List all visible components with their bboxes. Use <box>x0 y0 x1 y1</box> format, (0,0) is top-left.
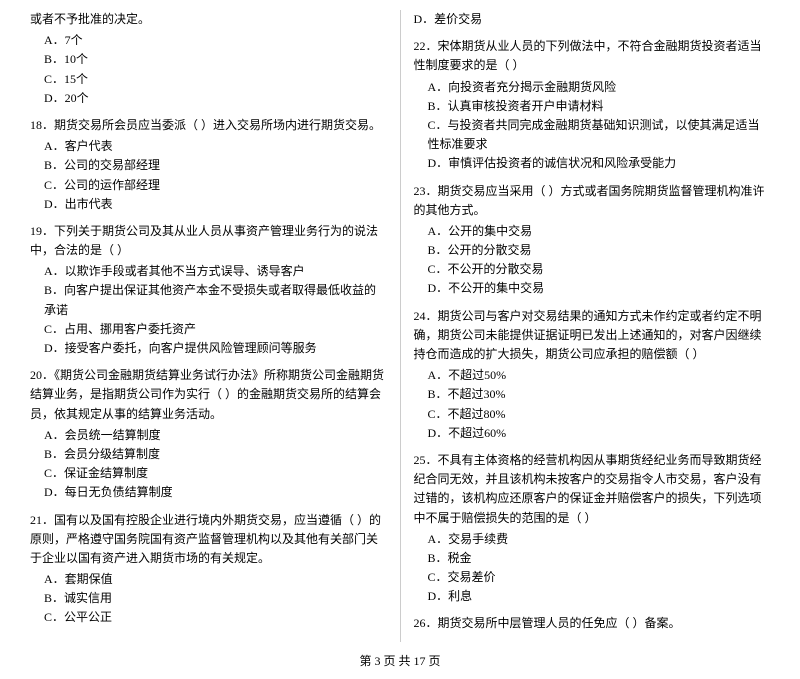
q23-option-c: C．不公开的分散交易 <box>414 260 771 279</box>
q24-option-a: A．不超过50% <box>414 366 771 385</box>
q25-option-a: A．交易手续费 <box>414 530 771 549</box>
q20-option-d: D．每日无负债结算制度 <box>30 483 387 502</box>
question-intro-text: 或者不予批准的决定。 <box>30 10 387 29</box>
q19-option-c: C．占用、挪用客户委托资产 <box>30 320 387 339</box>
q19-option-a: A．以欺诈手段或者其他不当方式误导、诱导客户 <box>30 262 387 281</box>
q20-option-a: A．会员统一结算制度 <box>30 426 387 445</box>
question-26-text: 26．期货交易所中层管理人员的任免应（ ）备案。 <box>414 614 771 633</box>
page-content: 或者不予批准的决定。 A．7个 B．10个 C．15个 D．20个 18．期货交… <box>30 10 770 642</box>
question-block-right-intro: D．差价交易 <box>414 10 771 29</box>
q25-option-c: C．交易差价 <box>414 568 771 587</box>
q21-option-a: A．套期保值 <box>30 570 387 589</box>
page-footer: 第 3 页 共 17 页 <box>30 652 770 669</box>
q24-option-d: D．不超过60% <box>414 424 771 443</box>
question-24-text: 24．期货公司与客户对交易结果的通知方式未作约定或者约定不明确，期货公司未能提供… <box>414 307 771 365</box>
question-22-text: 22．宋体期货从业人员的下列做法中，不符合金融期货投资者适当性制度要求的是（ ） <box>414 37 771 75</box>
question-block-intro: 或者不予批准的决定。 A．7个 B．10个 C．15个 D．20个 <box>30 10 387 108</box>
q18-option-d: D．出市代表 <box>30 195 387 214</box>
q20-option-b: B．会员分级结算制度 <box>30 445 387 464</box>
question-25-text: 25．不具有主体资格的经营机构因从事期货经纪业务而导致期货经纪合同无效，并且该机… <box>414 451 771 528</box>
q23-option-a: A．公开的集中交易 <box>414 222 771 241</box>
q18-option-b: B．公司的交易部经理 <box>30 156 387 175</box>
q23-option-d: D．不公开的集中交易 <box>414 279 771 298</box>
q18-option-a: A．客户代表 <box>30 137 387 156</box>
option-d: D．20个 <box>30 89 387 108</box>
left-column: 或者不予批准的决定。 A．7个 B．10个 C．15个 D．20个 18．期货交… <box>30 10 395 642</box>
q19-option-d: D．接受客户委托，向客户提供风险管理顾问等服务 <box>30 339 387 358</box>
option-c: C．15个 <box>30 70 387 89</box>
question-block-18: 18．期货交易所会员应当委派（ ）进入交易所场内进行期货交易。 A．客户代表 B… <box>30 116 387 214</box>
question-block-24: 24．期货公司与客户对交易结果的通知方式未作约定或者约定不明确，期货公司未能提供… <box>414 307 771 443</box>
question-block-26: 26．期货交易所中层管理人员的任免应（ ）备案。 <box>414 614 771 633</box>
q24-option-c: C．不超过80% <box>414 405 771 424</box>
q20-option-c: C．保证金结算制度 <box>30 464 387 483</box>
question-21-text: 21．国有以及国有控股企业进行境内外期货交易，应当遵循（ ）的原则，严格遵守国务… <box>30 511 387 569</box>
question-block-19: 19．下列关于期货公司及其从业人员从事资产管理业务行为的说法中，合法的是（ ） … <box>30 222 387 358</box>
question-20-text: 20．《期货公司金融期货结算业务试行办法》所称期货公司金融期货结算业务，是指期货… <box>30 366 387 424</box>
q22-option-b: B．认真审核投资者开户申请材料 <box>414 97 771 116</box>
question-block-25: 25．不具有主体资格的经营机构因从事期货经纪业务而导致期货经纪合同无效，并且该机… <box>414 451 771 607</box>
question-block-23: 23．期货交易应当采用（ ）方式或者国务院期货监督管理机构准许的其他方式。 A．… <box>414 182 771 299</box>
q22-option-c: C．与投资者共同完成金融期货基础知识测试，以使其满足适当性标准要求 <box>414 116 771 154</box>
question-block-20: 20．《期货公司金融期货结算业务试行办法》所称期货公司金融期货结算业务，是指期货… <box>30 366 387 502</box>
right-column: D．差价交易 22．宋体期货从业人员的下列做法中，不符合金融期货投资者适当性制度… <box>406 10 771 642</box>
column-divider <box>400 10 401 642</box>
question-19-text: 19．下列关于期货公司及其从业人员从事资产管理业务行为的说法中，合法的是（ ） <box>30 222 387 260</box>
q22-option-d: D．审慎评估投资者的诚信状况和风险承受能力 <box>414 154 771 173</box>
q21-option-c: C．公平公正 <box>30 608 387 627</box>
q24-option-b: B．不超过30% <box>414 385 771 404</box>
question-block-22: 22．宋体期货从业人员的下列做法中，不符合金融期货投资者适当性制度要求的是（ ）… <box>414 37 771 173</box>
question-block-21: 21．国有以及国有控股企业进行境内外期货交易，应当遵循（ ）的原则，严格遵守国务… <box>30 511 387 628</box>
q25-option-b: B．税金 <box>414 549 771 568</box>
page-number: 第 3 页 共 17 页 <box>359 654 440 668</box>
q23-option-b: B．公开的分散交易 <box>414 241 771 260</box>
question-18-text: 18．期货交易所会员应当委派（ ）进入交易所场内进行期货交易。 <box>30 116 387 135</box>
q21-option-b: B．诚实信用 <box>30 589 387 608</box>
option-b: B．10个 <box>30 50 387 69</box>
option-a: A．7个 <box>30 31 387 50</box>
q25-option-d: D．利息 <box>414 587 771 606</box>
q18-option-c: C．公司的运作部经理 <box>30 176 387 195</box>
question-23-text: 23．期货交易应当采用（ ）方式或者国务院期货监督管理机构准许的其他方式。 <box>414 182 771 220</box>
q22-option-a: A．向投资者充分揭示金融期货风险 <box>414 78 771 97</box>
question-right-intro-text: D．差价交易 <box>414 10 771 29</box>
q19-option-b: B．向客户提出保证其他资产本金不受损失或者取得最低收益的承诺 <box>30 281 387 319</box>
